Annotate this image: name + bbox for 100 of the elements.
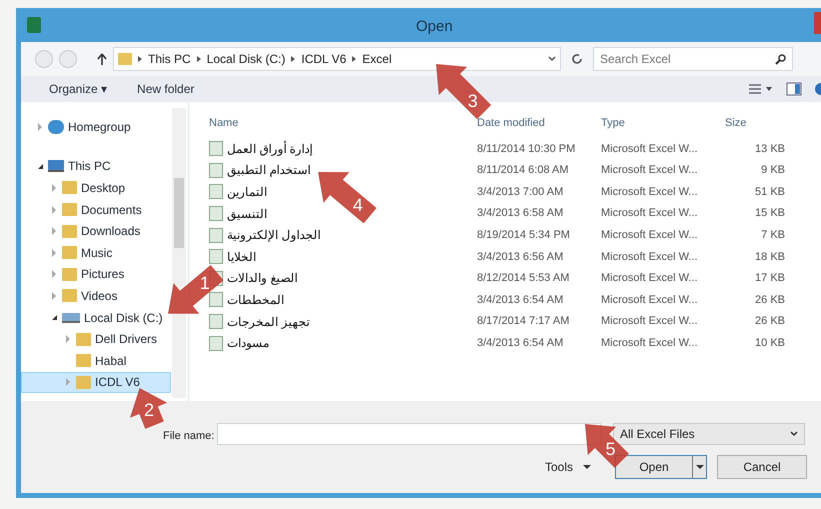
tree-item[interactable]: Habal bbox=[21, 350, 130, 372]
table-cell-text: 7 KB bbox=[760, 228, 786, 243]
tree-item[interactable]: Videos bbox=[21, 285, 120, 307]
dropdown-caret-icon[interactable] bbox=[548, 56, 556, 62]
chevron-icon bbox=[196, 56, 201, 62]
table-cell-text: Microsoft Excel W... bbox=[601, 336, 699, 351]
table-cell-text: Microsoft Excel W... bbox=[601, 271, 699, 286]
tree-item[interactable]: Desktop bbox=[21, 177, 128, 199]
tree-item[interactable]: Dell Drivers bbox=[21, 328, 160, 350]
toolbar-button[interactable]: New folder bbox=[137, 80, 194, 98]
table-cell-text: 8/11/2014 10:30 PM bbox=[477, 142, 576, 157]
search-icon[interactable] bbox=[775, 54, 786, 64]
scrollbar[interactable] bbox=[172, 108, 186, 398]
view-options-icon[interactable] bbox=[748, 83, 774, 95]
table-cell-text: 3/4/2013 6:54 AM bbox=[477, 292, 564, 308]
table-cell-text: Microsoft Excel W... bbox=[601, 250, 699, 265]
callout-arrow: 3 bbox=[436, 64, 492, 120]
caret-icon bbox=[790, 431, 798, 437]
excel-file-icon bbox=[209, 162, 223, 178]
folder-icon bbox=[62, 289, 77, 302]
breadcrumb-item[interactable]: ICDL V6 bbox=[301, 50, 346, 68]
tools-button[interactable]: Tools bbox=[541, 456, 596, 478]
window-title: Open bbox=[416, 17, 453, 37]
table-cell-text: 18 KB bbox=[754, 250, 786, 265]
table-cell-text: 3/4/2013 6:54 AM bbox=[477, 336, 564, 351]
table-cell-text: 8/11/2014 6:08 AM bbox=[477, 163, 570, 178]
tree-item[interactable]: Pictures bbox=[21, 264, 128, 286]
table-cell-text: 3/4/2013 7:00 AM bbox=[477, 184, 564, 200]
computer-icon bbox=[48, 160, 64, 172]
folder-icon bbox=[62, 224, 77, 238]
tree-item[interactable]: This PC bbox=[21, 156, 114, 178]
tree-item[interactable]: Homegroup bbox=[21, 116, 134, 138]
excel-file-icon bbox=[209, 228, 223, 243]
table-cell-text: 8/19/2014 5:34 PM bbox=[477, 228, 571, 243]
excel-file-icon bbox=[209, 184, 223, 200]
table-cell-text: 8/17/2014 7:17 AM bbox=[477, 314, 570, 330]
breadcrumb-item[interactable]: Excel bbox=[362, 50, 392, 68]
up-arrow-icon[interactable] bbox=[97, 53, 107, 65]
table-cell-text: 9 KB bbox=[760, 163, 786, 178]
folder-icon bbox=[62, 181, 77, 194]
table-cell-text: Microsoft Excel W... bbox=[601, 314, 699, 330]
table-cell-text: 17 KB bbox=[754, 271, 786, 286]
file-name[interactable]: الخلايا bbox=[227, 248, 256, 266]
cancel-button[interactable]: Cancel bbox=[717, 455, 808, 479]
folder-icon bbox=[62, 246, 77, 260]
chevron-icon bbox=[291, 56, 296, 62]
excel-icon bbox=[27, 17, 41, 33]
drive-icon bbox=[62, 312, 80, 323]
file-name[interactable]: إدارة أوراق العمل bbox=[227, 140, 313, 158]
search-field[interactable]: Search Excel bbox=[593, 47, 793, 71]
file-name[interactable]: استخدام التطبيق bbox=[227, 161, 310, 180]
tree-item[interactable]: Music bbox=[21, 242, 116, 264]
table-cell-text: 51 KB bbox=[754, 184, 786, 200]
column-header[interactable]: Type bbox=[601, 114, 725, 132]
table-cell-text: Microsoft Excel W... bbox=[601, 163, 699, 178]
tree-item[interactable]: Downloads bbox=[21, 220, 144, 242]
excel-file-icon bbox=[209, 336, 223, 351]
table-cell-text: Microsoft Excel W... bbox=[601, 228, 699, 243]
open-button[interactable]: Open bbox=[615, 455, 708, 479]
table-cell-text: Microsoft Excel W... bbox=[601, 292, 699, 308]
folder-icon bbox=[76, 332, 91, 346]
network-icon bbox=[48, 120, 64, 134]
excel-file-icon bbox=[209, 249, 223, 264]
table-cell-text: Microsoft Excel W... bbox=[601, 184, 699, 200]
folder-icon bbox=[62, 268, 77, 281]
excel-file-icon bbox=[209, 141, 223, 156]
table-cell-text: 26 KB bbox=[754, 292, 786, 308]
toolbar-button[interactable]: Organize ▾ bbox=[49, 80, 108, 98]
tree-item[interactable]: Documents bbox=[21, 198, 145, 220]
file-name-label: File name: bbox=[163, 429, 214, 444]
tree-item[interactable]: ICDL V6 bbox=[21, 372, 171, 394]
folder-icon bbox=[76, 376, 91, 389]
file-name[interactable]: مسودات bbox=[227, 334, 269, 352]
callout-arrow: 1 bbox=[168, 265, 224, 314]
chevron-icon bbox=[138, 56, 142, 62]
breadcrumb-item[interactable]: This PC bbox=[148, 50, 191, 68]
file-name[interactable]: المخططات bbox=[227, 290, 284, 309]
callout-arrow: 4 bbox=[318, 172, 377, 224]
folder-icon bbox=[62, 203, 77, 216]
tree-item[interactable]: Local Disk (C:) bbox=[21, 306, 166, 328]
file-name[interactable]: الصيغ والدالات bbox=[227, 269, 298, 288]
callout-arrow: 2 bbox=[130, 388, 168, 429]
file-name[interactable]: الجداول الإلكترونية bbox=[227, 226, 320, 244]
table-cell-text: 13 KB bbox=[754, 142, 786, 157]
table-cell-text: 8/12/2014 5:53 AM bbox=[477, 271, 570, 286]
file-name[interactable]: تجهيز المخرجات bbox=[227, 312, 310, 331]
file-name[interactable]: التنسيق bbox=[227, 204, 267, 223]
file-type-dropdown[interactable]: All Excel Files bbox=[613, 423, 805, 445]
table-cell-text: 3/4/2013 6:56 AM bbox=[477, 250, 564, 265]
refresh-icon[interactable] bbox=[571, 53, 583, 65]
table-cell-text: 10 KB bbox=[754, 336, 786, 351]
table-cell-text: 3/4/2013 6:58 AM bbox=[477, 206, 564, 222]
column-header[interactable]: Size bbox=[725, 114, 795, 132]
breadcrumb-item[interactable]: Local Disk (C:) bbox=[206, 50, 286, 68]
chevron-icon bbox=[352, 56, 356, 62]
table-cell-text: 26 KB bbox=[754, 314, 786, 330]
file-name[interactable]: التمارين bbox=[227, 182, 267, 201]
preview-pane-icon[interactable] bbox=[786, 82, 802, 96]
folder-icon bbox=[76, 354, 91, 368]
file-name-field[interactable] bbox=[217, 423, 601, 445]
